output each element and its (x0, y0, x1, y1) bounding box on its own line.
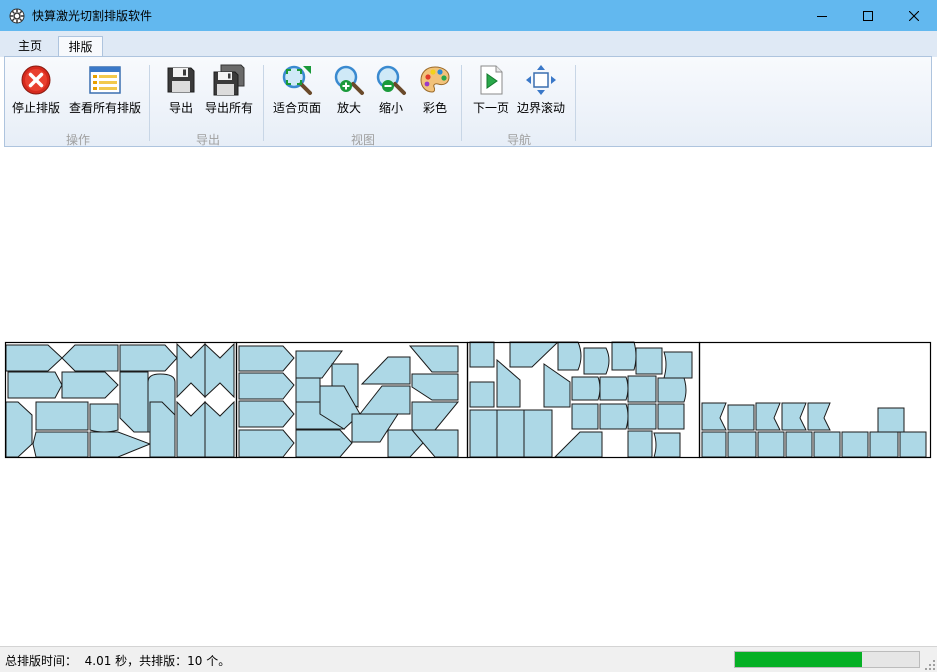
maximize-icon (863, 10, 873, 21)
close-button[interactable] (891, 0, 937, 31)
stop-icon (21, 65, 51, 95)
window-title: 快算激光切割排版软件 (32, 9, 153, 23)
next-page-button[interactable]: 下一页 (473, 63, 509, 116)
resize-grip-icon[interactable] (925, 660, 935, 670)
status-bar: 总排版时间： 4.01 秒，共排版：10 个。 (0, 646, 937, 672)
app-gear-icon (9, 8, 25, 23)
color-mode-button[interactable]: 彩色 (418, 63, 452, 116)
color-mode-label: 彩色 (422, 101, 447, 115)
group-separator (461, 65, 462, 141)
progress-bar (734, 651, 920, 668)
zoom-out-icon (376, 65, 406, 95)
sheet-4-parts (701, 402, 927, 458)
group-separator (263, 65, 264, 141)
next-page-icon (480, 65, 503, 95)
minimize-icon (817, 15, 827, 17)
view-all-layouts-button[interactable]: 查看所有排版 (69, 63, 141, 116)
status-text: 总排版时间： 4.01 秒，共排版：10 个。 (5, 654, 231, 668)
group-label-view: 视图 (350, 133, 375, 147)
border-scroll-icon (526, 65, 556, 95)
close-icon (909, 10, 919, 21)
group-separator (149, 65, 150, 141)
sheet-layout-drawing (4, 341, 932, 459)
border-scroll-button[interactable]: 边界滚动 (517, 63, 565, 116)
save-all-icon (213, 64, 245, 96)
fit-page-label: 适合页面 (273, 101, 322, 115)
fit-page-button[interactable]: 适合页面 (273, 63, 321, 116)
layout-list-icon (89, 66, 121, 94)
zoom-in-button[interactable]: 放大 (332, 63, 366, 116)
group-label-export: 导出 (195, 133, 220, 147)
next-page-label: 下一页 (473, 101, 510, 115)
color-palette-icon (420, 66, 450, 93)
sheet-2-parts (238, 345, 460, 458)
border-scroll-label: 边界滚动 (517, 101, 566, 115)
tab-home[interactable]: 主页 (7, 36, 53, 57)
ribbon-panel: 停止排版 查看所有排版 操作 导出 导出所有 导出 适合页面 放大 缩小 彩色 … (4, 56, 932, 147)
group-label-navigate: 导航 (506, 133, 531, 147)
sheet-3-parts (469, 341, 693, 458)
group-separator (575, 65, 576, 141)
progress-fill (735, 652, 862, 667)
ribbon-tabs: 主页 排版 (0, 31, 937, 57)
zoom-fit-icon (282, 65, 312, 95)
stop-layout-button[interactable]: 停止排版 (12, 63, 60, 116)
maximize-button[interactable] (845, 0, 891, 31)
export-button[interactable]: 导出 (164, 63, 198, 116)
sheet-1-parts (5, 342, 235, 458)
save-disk-icon (167, 67, 195, 93)
nesting-canvas[interactable] (0, 152, 937, 646)
zoom-out-button[interactable]: 缩小 (374, 63, 408, 116)
export-all-button[interactable]: 导出所有 (205, 63, 253, 116)
group-label-operate: 操作 (65, 133, 90, 147)
title-bar: 快算激光切割排版软件 (0, 0, 937, 31)
tab-layout[interactable]: 排版 (58, 36, 103, 57)
zoom-in-icon (334, 65, 364, 95)
view-all-layouts-label: 查看所有排版 (69, 101, 142, 115)
stop-layout-label: 停止排版 (12, 101, 61, 115)
export-label: 导出 (168, 101, 193, 115)
zoom-in-label: 放大 (336, 101, 361, 115)
zoom-out-label: 缩小 (378, 101, 403, 115)
export-all-label: 导出所有 (205, 101, 254, 115)
minimize-button[interactable] (799, 0, 845, 31)
